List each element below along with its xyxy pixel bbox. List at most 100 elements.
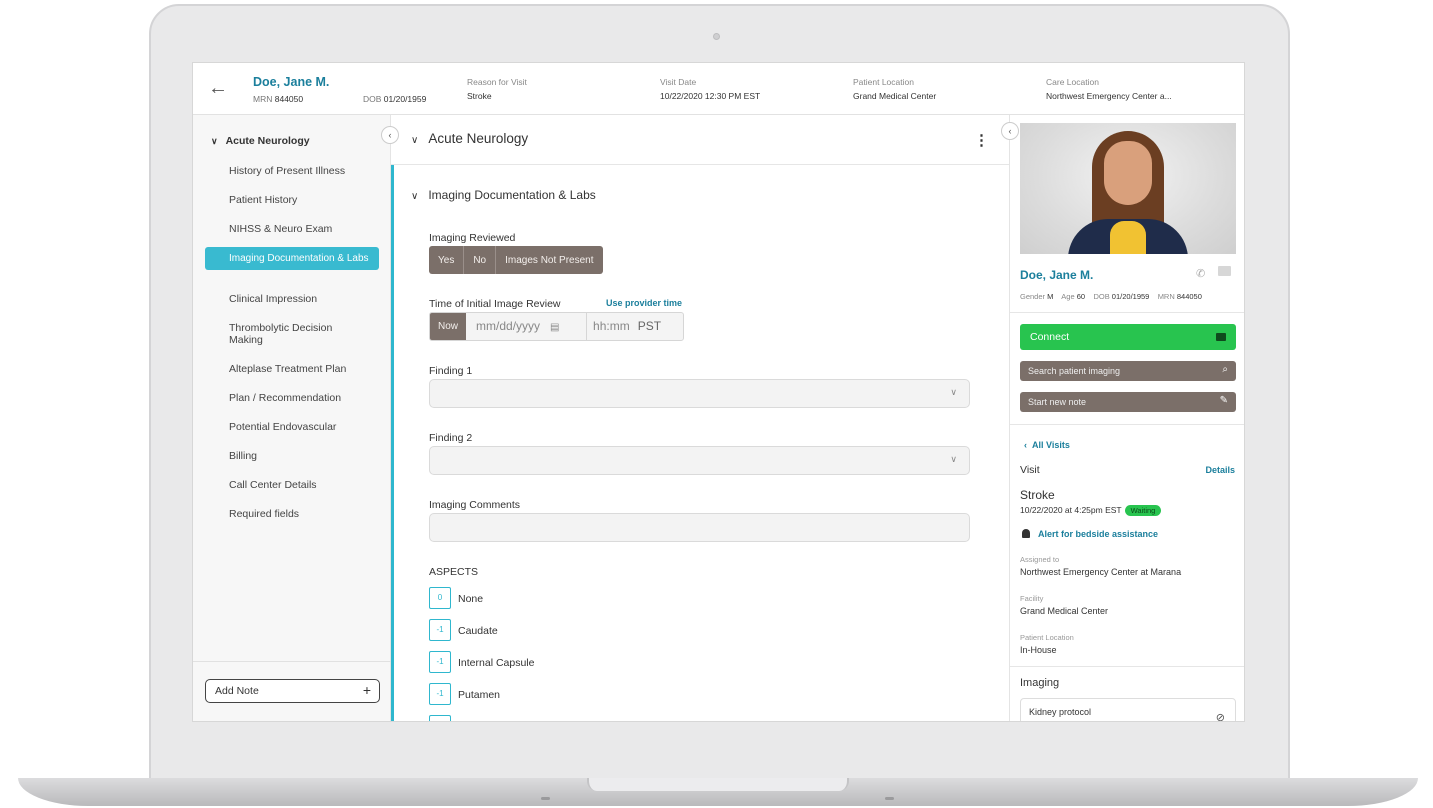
- chevron-down-icon: ∨: [950, 454, 957, 464]
- all-visits-link[interactable]: ‹ All Visits: [1024, 440, 1070, 450]
- assigned-value: Northwest Emergency Center at Marana: [1020, 567, 1182, 577]
- visit-label: Visit: [1020, 464, 1040, 476]
- location-value: In-House: [1020, 645, 1057, 655]
- finding1-select[interactable]: ∨: [429, 379, 970, 408]
- calendar-icon[interactable]: ▤: [550, 322, 559, 333]
- back-arrow-icon[interactable]: ←: [207, 77, 229, 99]
- patient-name[interactable]: Doe, Jane M.: [253, 75, 329, 89]
- use-provider-time-link[interactable]: Use provider time: [606, 298, 682, 308]
- patient-demographics: Gender M Age 60 DOB 01/20/1959 MRN 84405…: [1020, 292, 1202, 301]
- main-title[interactable]: ∨ Acute Neurology: [411, 131, 528, 146]
- nav-item-clinical-impression[interactable]: Clinical Impression: [229, 293, 369, 305]
- nav-item-patient-history[interactable]: Patient History: [229, 194, 369, 206]
- connect-button[interactable]: Connect: [1020, 324, 1236, 350]
- divider: [1010, 312, 1244, 313]
- nav-item-nihss-neuro-exam[interactable]: NIHSS & Neuro Exam: [229, 223, 369, 235]
- nav-item-history-present-illness[interactable]: History of Present Illness: [229, 165, 369, 177]
- chevron-left-icon: ‹: [1024, 440, 1032, 450]
- assigned-label: Assigned to: [1020, 555, 1060, 564]
- start-new-note-button[interactable]: Start new note ✎: [1020, 392, 1236, 412]
- laptop-foot: [541, 797, 550, 800]
- nav-item-call-center-details[interactable]: Call Center Details: [229, 479, 369, 491]
- chevron-down-icon: ∨: [950, 387, 957, 397]
- aspects-internal-capsule-label: Internal Capsule: [458, 657, 535, 669]
- patient-side-panel: Doe, Jane M. ✆ Gender M Age 60 DOB 01/20…: [1009, 115, 1244, 721]
- time-review-label: Time of Initial Image Review: [429, 298, 561, 310]
- link-off-icon[interactable]: ⊘: [1216, 711, 1225, 721]
- details-link[interactable]: Details: [1205, 465, 1235, 475]
- aspects-caudate-checkbox[interactable]: -1: [429, 619, 451, 641]
- aspects-next-checkbox[interactable]: [429, 715, 451, 721]
- patient-header: ← Doe, Jane M. MRN 844050 DOB 01/20/1959…: [193, 63, 1244, 115]
- phone-icon[interactable]: ✆: [1196, 267, 1205, 280]
- divider: [1010, 666, 1244, 667]
- aspects-caudate-label: Caudate: [458, 625, 498, 637]
- camera-icon: [713, 33, 720, 40]
- mail-icon[interactable]: [1218, 266, 1231, 276]
- divider: [1010, 424, 1244, 425]
- imaging-comments-label: Imaging Comments: [429, 499, 521, 511]
- alert-bedside-link[interactable]: Alert for bedside assistance: [1022, 529, 1158, 539]
- time-input[interactable]: hh:mm PST: [587, 313, 683, 340]
- video-icon: [1216, 333, 1226, 341]
- finding2-label: Finding 2: [429, 432, 473, 444]
- aspects-label: ASPECTS: [429, 566, 479, 578]
- imaging-reviewed-segmented: Yes No Images Not Present: [429, 246, 603, 274]
- nav-item-alteplase-treatment[interactable]: Alteplase Treatment Plan: [229, 363, 369, 375]
- imaging-not-present-button[interactable]: Images Not Present: [496, 246, 603, 274]
- bell-icon: [1022, 529, 1030, 538]
- location-label: Patient Location: [1020, 633, 1074, 642]
- imaging-yes-button[interactable]: Yes: [429, 246, 465, 274]
- facility-label: Facility: [1020, 594, 1044, 603]
- imaging-comments-input[interactable]: [429, 513, 970, 542]
- finding2-select[interactable]: ∨: [429, 446, 970, 475]
- patient-mrn: MRN 844050: [253, 94, 304, 104]
- imaging-title: Imaging: [1020, 677, 1060, 689]
- facility-value: Grand Medical Center: [1020, 606, 1109, 616]
- nav-divider: [193, 661, 391, 662]
- nav-section-acute-neurology[interactable]: ∨ Acute Neurology: [211, 135, 310, 147]
- nav-item-required-fields[interactable]: Required fields: [229, 508, 369, 520]
- pencil-icon: ✎: [1219, 395, 1228, 406]
- kebab-menu-icon[interactable]: ⋮: [974, 131, 989, 149]
- imaging-reviewed-label: Imaging Reviewed: [429, 232, 516, 244]
- section-title[interactable]: ∨ Imaging Documentation & Labs: [411, 188, 596, 202]
- aspects-internal-capsule-checkbox[interactable]: -1: [429, 651, 451, 673]
- add-note-button[interactable]: Add Note +: [205, 679, 380, 703]
- left-navigation: ∨ Acute Neurology History of Present Illn…: [193, 115, 391, 721]
- aspects-none-label: None: [458, 593, 484, 605]
- chevron-down-icon: ∨: [411, 135, 419, 146]
- aspects-none-checkbox[interactable]: 0: [429, 587, 451, 609]
- laptop-foot: [885, 797, 894, 800]
- collapse-left-nav-button[interactable]: ‹: [381, 126, 399, 144]
- photo-shirt: [1110, 221, 1146, 254]
- nav-item-billing[interactable]: Billing: [229, 450, 369, 462]
- patient-dob: DOB 01/20/1959: [363, 94, 427, 104]
- patient-photo: [1020, 123, 1236, 254]
- search-icon: ⌕: [1222, 364, 1228, 375]
- aspects-putamen-checkbox[interactable]: -1: [429, 683, 451, 705]
- time-review-input: Now mm/dd/yyyy ▤ hh:mm PST: [429, 312, 685, 341]
- date-input[interactable]: mm/dd/yyyy ▤: [466, 313, 588, 340]
- collapse-right-panel-button[interactable]: ‹: [1001, 122, 1019, 140]
- section-accent-bar: [391, 165, 394, 721]
- nav-item-potential-endovascular[interactable]: Potential Endovascular: [229, 421, 369, 433]
- search-imaging-button[interactable]: Search patient imaging ⌕: [1020, 361, 1236, 381]
- imaging-no-button[interactable]: No: [464, 246, 497, 274]
- photo-face: [1104, 141, 1152, 205]
- nav-item-thrombolytic-decision[interactable]: Thrombolytic Decision Making: [229, 322, 369, 346]
- imaging-card-title: Kidney protocol: [1029, 707, 1092, 717]
- laptop-notch: [587, 778, 849, 791]
- nav-item-plan-recommendation[interactable]: Plan / Recommendation: [229, 392, 369, 404]
- chevron-down-icon: ∨: [211, 136, 218, 146]
- side-patient-name: Doe, Jane M.: [1020, 268, 1094, 282]
- care-location: Care Location Northwest Emergency Center…: [1046, 77, 1172, 101]
- reason-for-visit: Reason for Visit Stroke: [467, 77, 527, 101]
- plus-icon: +: [362, 682, 371, 698]
- visit-time: 10/22/2020 at 4:25pm EST Waiting: [1020, 505, 1162, 516]
- chevron-down-icon: ∨: [411, 191, 419, 202]
- now-button[interactable]: Now: [430, 313, 467, 340]
- main-content: ∨ Acute Neurology ⋮ ∨ Imaging Documentatio…: [391, 115, 1009, 721]
- nav-item-imaging-documentation[interactable]: Imaging Documentation & Labs: [205, 247, 379, 270]
- imaging-card[interactable]: Kidney protocol ⊘: [1020, 698, 1236, 721]
